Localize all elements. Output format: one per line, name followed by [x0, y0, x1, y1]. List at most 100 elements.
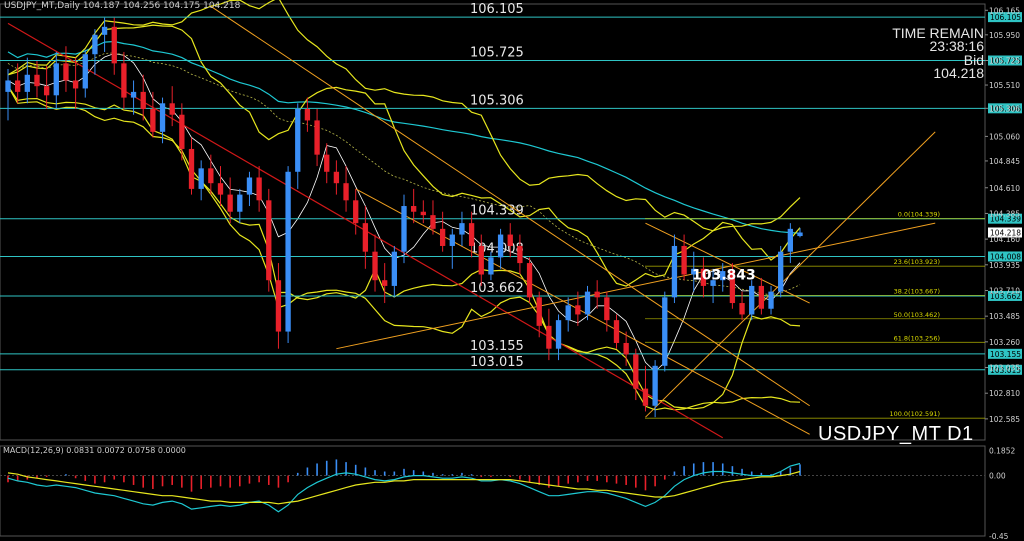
candle-body-62	[604, 297, 610, 321]
candle-body-20	[198, 168, 204, 189]
candle-body-48	[468, 223, 475, 246]
candle-body-76	[739, 303, 745, 315]
y-tick-label-12: 103.485	[989, 312, 1020, 321]
candle-body-23	[227, 194, 233, 212]
candle-body-64	[623, 342, 629, 355]
candle-body-82	[797, 232, 803, 237]
y-tick-label-13: 103.260	[989, 338, 1020, 347]
level-label-7: 103.015	[470, 355, 524, 370]
fib-label-2: 38.2(103.667)	[894, 287, 940, 295]
candle-body-81	[787, 228, 793, 252]
candle-body-38	[372, 251, 378, 281]
candle-body-50	[488, 257, 494, 275]
candle-body-22	[217, 183, 224, 195]
candle-body-49	[478, 245, 484, 275]
level-label-1: 105.725	[470, 45, 524, 60]
main-pane-frame	[0, 3, 986, 441]
candle-body-34	[333, 171, 340, 184]
y-tick-label-5: 105.060	[989, 132, 1020, 141]
bid-value: 104.218	[933, 65, 984, 81]
candle-body-19	[188, 148, 195, 189]
y-tick-label-9: 104.160	[989, 235, 1020, 244]
candle-body-41	[401, 206, 407, 252]
candle-body-33	[324, 154, 330, 172]
chart-name: USDJPY_MT D1	[818, 423, 974, 445]
y-tick-label-11: 103.710	[989, 286, 1020, 295]
candle-body-56	[546, 325, 552, 349]
candle-body-61	[594, 291, 600, 298]
candle-body-24	[237, 194, 243, 212]
candle-body-47	[459, 223, 465, 235]
candle-body-2	[24, 74, 30, 92]
candle-body-18	[179, 114, 185, 149]
macd-y-tick-2: -0.45	[989, 532, 1009, 541]
level-label-3: 104.339	[470, 204, 524, 219]
candle-body-4	[43, 86, 50, 96]
candle-body-25	[246, 177, 253, 195]
y-tick-label-8: 104.385	[989, 209, 1020, 218]
level-label-5: 103.662	[470, 281, 524, 296]
candle-body-13	[130, 91, 137, 98]
macd-pane-frame	[0, 445, 986, 537]
candle-body-36	[353, 200, 359, 224]
candle-body-58	[565, 305, 571, 321]
level-label-2: 105.306	[470, 93, 524, 108]
level-label-0: 106.105	[470, 2, 524, 17]
candle-body-12	[121, 63, 127, 98]
fib-label-0: 0.0(104.339)	[898, 211, 940, 219]
candle-body-51	[497, 234, 504, 258]
candle-body-26	[256, 177, 262, 201]
candle-body-11	[111, 26, 117, 64]
candle-body-37	[362, 223, 369, 252]
candle-body-60	[584, 291, 591, 315]
candle-body-17	[169, 103, 175, 115]
candle-body-15	[150, 109, 156, 132]
time-remain-value: 23:38:16	[929, 38, 985, 54]
candle-body-16	[159, 103, 166, 132]
candle-body-69	[671, 245, 678, 298]
candle-body-32	[314, 120, 320, 155]
candle-body-45	[439, 228, 446, 246]
candle-body-5	[53, 63, 59, 96]
y-tick-label-10: 103.935	[989, 261, 1020, 270]
candle-body-63	[613, 320, 620, 343]
candle-body-67	[652, 365, 658, 406]
candle-body-10	[101, 26, 108, 35]
y-tick-label-6: 104.845	[989, 157, 1020, 166]
candle-body-77	[749, 285, 755, 315]
candle-body-31	[304, 109, 311, 121]
candle-body-29	[285, 171, 291, 332]
macd-y-tick-1: 0.00	[989, 472, 1006, 481]
candle-body-79	[768, 291, 774, 309]
candle-body-14	[140, 91, 146, 110]
candle-body-0	[5, 80, 11, 92]
candle-body-57	[555, 320, 562, 349]
candle-body-40	[391, 251, 397, 286]
candle-body-68	[662, 297, 668, 366]
level-label-6: 103.155	[470, 339, 524, 354]
fib-label-1: 23.6(103.923)	[894, 258, 940, 266]
macd-y-tick-0: 0.1852	[989, 447, 1015, 456]
candle-body-9	[92, 34, 98, 55]
candle-body-43	[420, 211, 426, 216]
y-tick-label-16: 102.585	[989, 415, 1020, 424]
y-tick-label-3: 105.510	[989, 81, 1020, 90]
candle-body-27	[266, 200, 272, 281]
macd-header: MACD(12,26,9) 0.0831 0.0072 0.0758 0.000…	[3, 446, 186, 455]
candle-body-78	[758, 285, 765, 309]
candle-body-1	[15, 80, 21, 92]
candle-body-80	[778, 251, 784, 292]
candle-body-52	[507, 234, 513, 246]
symbol-info: USDJPY_MT,Daily 104.187 104.256 104.175 …	[4, 1, 241, 11]
y-tick-label-14: 103.035	[989, 364, 1020, 373]
candle-body-53	[517, 245, 523, 264]
level-tag-text-6: 103.155	[990, 350, 1021, 359]
fib-label-5: 100.0(102.591)	[889, 410, 940, 418]
candle-body-46	[449, 234, 455, 246]
candle-body-55	[536, 297, 542, 326]
fib-label-3: 50.0(103.462)	[894, 311, 940, 319]
y-tick-label-1: 105.950	[989, 31, 1020, 40]
y-tick-label-0: 106.165	[989, 6, 1020, 15]
candle-body-66	[642, 388, 649, 406]
candle-body-54	[526, 263, 533, 298]
